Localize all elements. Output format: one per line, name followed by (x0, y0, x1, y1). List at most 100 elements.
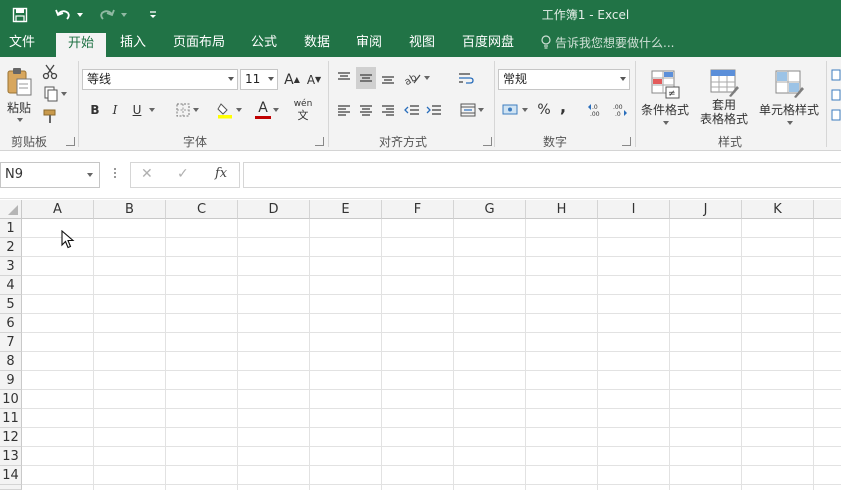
tab-insert[interactable]: 插入 (110, 30, 156, 57)
tell-me-search[interactable]: 告诉我您想要做什么... (540, 30, 674, 57)
format-as-table-button[interactable]: 套用 表格格式 (694, 63, 754, 131)
tab-page-layout[interactable]: 页面布局 (164, 30, 234, 57)
orientation-icon[interactable]: ab (402, 67, 432, 89)
name-box[interactable]: N9 (0, 162, 100, 188)
confirm-entry-icon[interactable]: ✓ (177, 166, 189, 182)
tab-view[interactable]: 视图 (398, 30, 446, 57)
underline-dropdown-icon[interactable] (146, 99, 156, 121)
column-header-partial[interactable] (814, 200, 841, 219)
phonetic-guide-button[interactable]: wén 文 (290, 97, 316, 123)
svg-text:.00: .00 (613, 104, 623, 111)
column-header[interactable]: E (310, 200, 382, 219)
borders-icon (176, 103, 190, 117)
cells-group-partial[interactable] (830, 65, 841, 125)
fill-color-button[interactable] (212, 99, 246, 121)
insert-function-icon[interactable]: fx (215, 166, 227, 181)
gridline (22, 484, 841, 485)
font-size-dropdown[interactable]: 11 (240, 69, 278, 90)
formula-bar-grip-icon[interactable] (114, 168, 116, 182)
align-right-icon[interactable] (378, 99, 398, 121)
gridline (22, 313, 841, 314)
wrap-text-icon[interactable] (456, 67, 476, 89)
number-launcher-icon[interactable] (622, 137, 631, 146)
title-bar: 工作簿1 - Excel (0, 0, 841, 30)
borders-button[interactable] (170, 99, 204, 121)
increase-indent-icon[interactable] (424, 99, 444, 121)
merge-center-icon[interactable] (456, 99, 488, 121)
tab-data[interactable]: 数据 (294, 30, 340, 57)
tab-home[interactable]: 开始 (56, 33, 106, 57)
column-header[interactable]: B (94, 200, 166, 219)
gridline (22, 237, 841, 238)
gridline (669, 219, 670, 490)
column-header[interactable]: J (670, 200, 742, 219)
row-header[interactable]: 9 (0, 371, 22, 390)
select-all-button[interactable] (0, 200, 22, 219)
cut-icon[interactable] (40, 63, 60, 81)
svg-text:≠: ≠ (668, 89, 676, 99)
row-header-partial[interactable] (0, 485, 22, 490)
grow-font-icon[interactable]: A ▲ (283, 69, 301, 90)
column-header[interactable]: D (238, 200, 310, 219)
row-header[interactable]: 14 (0, 466, 22, 485)
row-header[interactable]: 1 (0, 219, 22, 238)
conditional-formatting-button[interactable]: ≠ 条件格式 (638, 63, 692, 131)
accounting-format-icon[interactable] (500, 99, 530, 121)
alignment-launcher-icon[interactable] (483, 137, 492, 146)
column-header[interactable]: H (526, 200, 598, 219)
copy-icon[interactable] (40, 85, 70, 103)
row-header[interactable]: 12 (0, 428, 22, 447)
align-top-icon[interactable] (334, 67, 354, 89)
bold-button[interactable]: B (86, 99, 104, 121)
tab-file[interactable]: 文件 (0, 30, 44, 57)
row-header[interactable]: 8 (0, 352, 22, 371)
worksheet-grid[interactable]: A B C D E F G H I J K 1 2 3 4 5 6 7 8 9 … (0, 200, 841, 490)
column-header[interactable]: A (22, 200, 94, 219)
row-header[interactable]: 7 (0, 333, 22, 352)
align-left-icon[interactable] (334, 99, 354, 121)
number-format-dropdown[interactable]: 常规 (498, 69, 630, 90)
row-header[interactable]: 3 (0, 257, 22, 276)
font-color-button[interactable]: A (250, 99, 284, 121)
name-box-dropdown-icon[interactable] (87, 173, 93, 177)
column-header[interactable]: F (382, 200, 454, 219)
tab-formulas[interactable]: 公式 (240, 30, 288, 57)
increase-decimal-button[interactable]: .0.00 (585, 99, 607, 121)
clipboard-launcher-icon[interactable] (66, 137, 75, 146)
gridline (381, 219, 382, 490)
format-painter-icon[interactable] (40, 107, 60, 125)
format-cells-icon (831, 109, 840, 121)
shrink-font-icon[interactable]: A ▼ (305, 69, 323, 90)
paste-button[interactable]: 粘贴 (4, 63, 34, 125)
decrease-decimal-button[interactable]: .00.0 (608, 99, 630, 121)
align-center-icon[interactable] (356, 99, 376, 121)
row-header[interactable]: 2 (0, 238, 22, 257)
row-header[interactable]: 5 (0, 295, 22, 314)
row-header[interactable]: 4 (0, 276, 22, 295)
tab-review[interactable]: 审阅 (346, 30, 392, 57)
gridline (22, 275, 841, 276)
row-header[interactable]: 11 (0, 409, 22, 428)
column-header[interactable]: G (454, 200, 526, 219)
percent-style-button[interactable]: % (535, 99, 553, 121)
underline-button[interactable]: U (128, 99, 146, 121)
tab-baidu-netdisk[interactable]: 百度网盘 (452, 30, 524, 57)
italic-button[interactable]: I (106, 99, 124, 121)
cell-styles-button[interactable]: 单元格样式 (756, 63, 822, 131)
column-header[interactable]: I (598, 200, 670, 219)
font-name-dropdown[interactable]: 等线 (82, 69, 238, 90)
decrease-indent-icon[interactable] (402, 99, 422, 121)
align-middle-icon[interactable] (356, 67, 376, 89)
formula-input[interactable] (243, 162, 841, 188)
row-header[interactable]: 13 (0, 447, 22, 466)
column-header[interactable]: K (742, 200, 814, 219)
align-bottom-icon[interactable] (378, 67, 398, 89)
gridline (741, 219, 742, 490)
column-header[interactable]: C (166, 200, 238, 219)
font-color-icon: A (255, 101, 271, 119)
cancel-entry-icon[interactable]: ✕ (141, 166, 153, 182)
font-launcher-icon[interactable] (315, 137, 324, 146)
row-header[interactable]: 6 (0, 314, 22, 333)
comma-style-button[interactable]: , (556, 95, 570, 117)
row-header[interactable]: 10 (0, 390, 22, 409)
